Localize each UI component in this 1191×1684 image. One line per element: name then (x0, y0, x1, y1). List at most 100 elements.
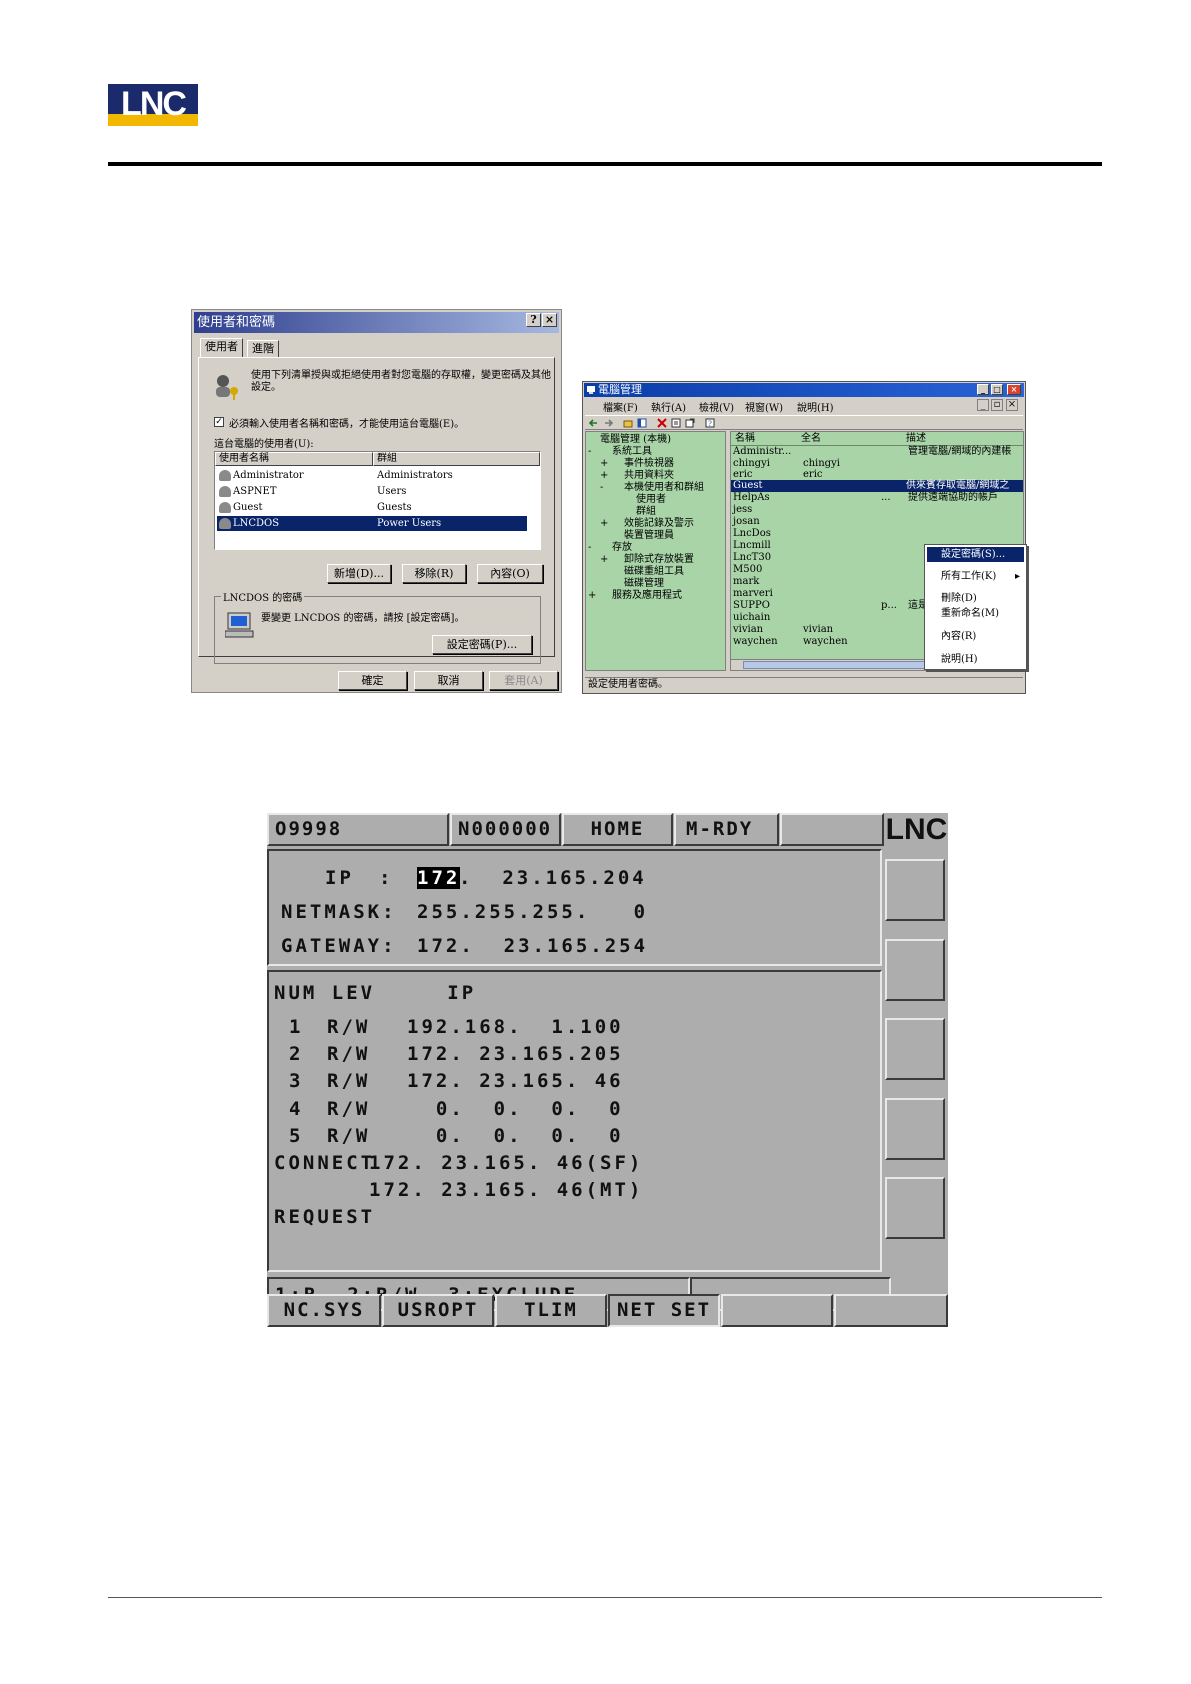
user-row-selected[interactable]: Guest 供來賓存取電腦/網域之 (731, 480, 1023, 492)
user-row[interactable]: Administrator Administrators (217, 468, 527, 483)
row-ip[interactable]: 0. 0. 0. 0 (407, 1098, 624, 1120)
column-user-name[interactable]: 使用者名稱 (215, 452, 373, 466)
user-row[interactable]: Administr... 管理電腦/網域的內建帳 (733, 446, 1011, 458)
user-row[interactable]: HelpAs... 提供遠端協助的帳戶 (733, 492, 998, 504)
side-softkey-4[interactable] (885, 1098, 945, 1160)
tree-node[interactable]: 存放 (612, 542, 632, 554)
user-row[interactable]: waychen waychen (733, 636, 848, 648)
mdi-restore-button[interactable]: ▫ (991, 399, 1003, 411)
minimize-button[interactable]: _ (977, 384, 989, 395)
tree-toggle[interactable]: - (600, 482, 603, 494)
menu-view[interactable]: 檢視(V) (699, 399, 734, 414)
properties-button[interactable]: 內容(O) (477, 564, 543, 583)
softkey-blank-6[interactable] (834, 1294, 948, 1327)
tree-node[interactable]: 本機使用者和群組 (624, 482, 704, 494)
user-row[interactable]: josan (733, 516, 760, 528)
close-button[interactable]: × (542, 313, 557, 327)
export-icon[interactable] (685, 418, 695, 428)
back-icon[interactable] (589, 418, 599, 428)
set-password-button[interactable]: 設定密碼(P)... (432, 635, 532, 654)
tree-node[interactable]: 共用資料夾 (624, 470, 674, 482)
require-password-checkbox[interactable]: ✓ (214, 417, 224, 427)
tree-toggle[interactable]: - (588, 446, 591, 458)
up-folder-icon[interactable] (623, 418, 633, 428)
user-row[interactable]: M500 (733, 564, 762, 576)
netmask-field[interactable]: 255.255.255. 0 (417, 901, 648, 923)
row-lev[interactable]: R/W (327, 1016, 370, 1038)
user-row[interactable]: ASPNET Users (217, 484, 527, 499)
tree-node[interactable]: 裝置管理員 (624, 530, 674, 542)
menu-item-delete[interactable]: 刪除(D) (927, 591, 1024, 606)
side-softkey-3[interactable] (885, 1018, 945, 1080)
mdi-close-button[interactable]: × (1006, 399, 1018, 411)
add-button[interactable]: 新增(D)... (327, 564, 391, 583)
row-ip[interactable]: 0. 0. 0. 0 (407, 1125, 624, 1147)
menu-item-rename[interactable]: 重新命名(M) (927, 606, 1024, 621)
menu-item-help[interactable]: 說明(H) (927, 652, 1024, 667)
column-group[interactable]: 群組 (373, 452, 540, 466)
help-icon[interactable]: ? (705, 418, 715, 428)
menu-help[interactable]: 說明(H) (797, 399, 834, 414)
tree-toggle[interactable]: - (588, 542, 591, 554)
tree-node[interactable]: 卸除式存放裝置 (624, 554, 694, 566)
row-lev[interactable]: R/W (327, 1043, 370, 1065)
users-list[interactable]: 使用者名稱 群組 Administrator Administrators ASP… (214, 451, 541, 550)
tree-toggle[interactable]: + (600, 470, 608, 482)
user-row[interactable]: LncDos (733, 528, 771, 540)
tree-toggle[interactable]: + (600, 458, 608, 470)
softkey-tlim[interactable]: TLIM (495, 1294, 607, 1327)
tree-node[interactable]: 群組 (636, 506, 656, 518)
user-row[interactable]: Guest Guests (217, 500, 527, 515)
apply-button[interactable]: 套用(A) (489, 671, 558, 690)
user-row[interactable]: LncT30 (733, 552, 771, 564)
menu-action[interactable]: 執行(A) (651, 399, 686, 414)
tree-node[interactable]: 系統工具 (612, 446, 652, 458)
ip-field-cursor[interactable]: 172 (417, 867, 461, 889)
user-row[interactable]: Lncmill (733, 540, 771, 552)
menu-window[interactable]: 視窗(W) (745, 399, 783, 414)
row-lev[interactable]: R/W (327, 1125, 370, 1147)
softkey-usropt[interactable]: USROPT (382, 1294, 494, 1327)
ok-button[interactable]: 確定 (338, 671, 407, 690)
column-description[interactable]: 描述 (906, 433, 926, 445)
tab-users[interactable]: 使用者 (200, 338, 243, 358)
gateway-field[interactable]: 172. 23.165.254 (417, 935, 648, 957)
user-row[interactable]: jess (733, 504, 752, 516)
row-ip[interactable]: 192.168. 1.100 (407, 1016, 624, 1038)
user-row[interactable]: SUPPOp...這是個說明及支援服務 (733, 600, 1008, 612)
tree-node[interactable]: 使用者 (636, 494, 666, 506)
maximize-button[interactable]: □ (991, 384, 1003, 395)
tree-node[interactable]: 磁碟重組工具 (624, 566, 684, 578)
tab-advanced[interactable]: 進階 (247, 340, 279, 358)
menu-item-set-password[interactable]: 設定密碼(S)... (927, 547, 1024, 562)
row-lev[interactable]: R/W (327, 1098, 370, 1120)
softkey-blank-5[interactable] (721, 1294, 833, 1327)
row-lev[interactable]: R/W (327, 1070, 370, 1092)
properties-icon[interactable] (671, 418, 681, 428)
menu-item-properties[interactable]: 內容(R) (927, 629, 1024, 644)
forward-icon[interactable] (603, 418, 613, 428)
mdi-minimize-button[interactable]: _ (977, 399, 989, 411)
ip-field[interactable]: . 23.165.204 (459, 867, 647, 889)
tree-node[interactable]: 事件檢視器 (624, 458, 674, 470)
side-softkey-5[interactable] (885, 1177, 945, 1239)
user-row-selected[interactable]: LNCDOS Power Users (217, 516, 527, 531)
tree-node[interactable]: 磁碟管理 (624, 578, 664, 590)
column-full-name[interactable]: 全名 (801, 433, 821, 445)
tree-toggle[interactable]: + (600, 518, 608, 530)
side-softkey-1[interactable] (885, 859, 945, 921)
show-tree-icon[interactable] (637, 418, 647, 428)
softkey-net-set[interactable]: NET SET (608, 1294, 720, 1327)
help-button[interactable]: ? (526, 313, 541, 327)
softkey-nc-sys[interactable]: NC.SYS (267, 1294, 381, 1327)
tree-node[interactable]: 效能記錄及警示 (624, 518, 694, 530)
user-row[interactable]: uichain (733, 612, 770, 624)
tree-node[interactable]: 電腦管理 (本機) (600, 434, 671, 446)
remove-button[interactable]: 移除(R) (402, 564, 466, 583)
menu-file[interactable]: 檔案(F) (603, 399, 638, 414)
menu-item-all-tasks[interactable]: 所有工作(K) ▸ (927, 569, 1024, 584)
close-button[interactable]: × (1007, 384, 1021, 395)
delete-icon[interactable] (657, 418, 667, 428)
column-name[interactable]: 名稱 (735, 433, 755, 445)
tree-node[interactable]: 服務及應用程式 (612, 590, 682, 602)
